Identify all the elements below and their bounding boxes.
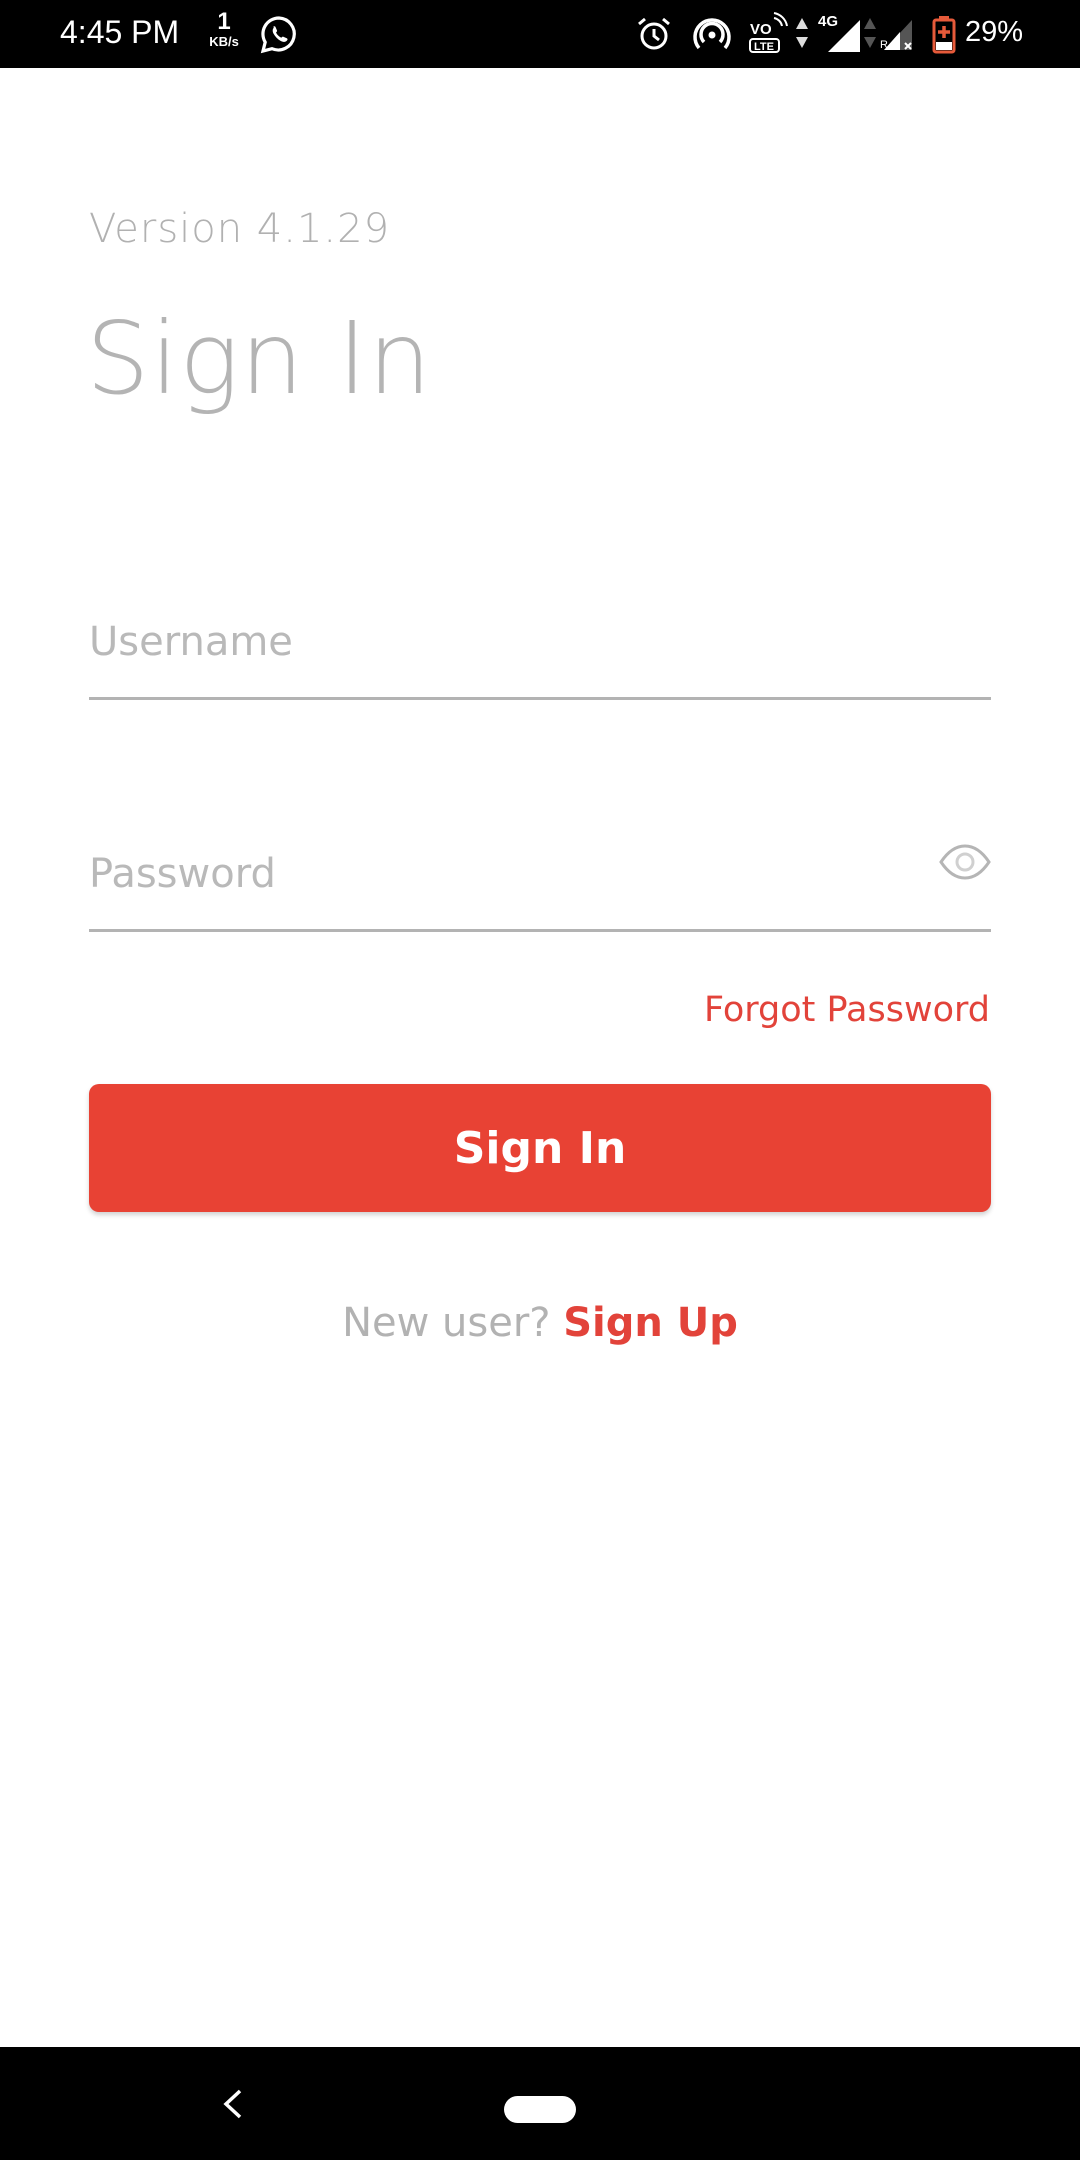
signup-row: New user? Sign Up <box>0 1300 1080 1346</box>
whatsapp-icon <box>260 16 296 54</box>
password-field[interactable] <box>89 832 991 932</box>
sign-up-link[interactable]: Sign Up <box>563 1300 738 1346</box>
signal-roaming-icon: R <box>880 20 912 51</box>
navigation-bar <box>0 2047 1080 2160</box>
battery-charging-icon <box>932 16 956 54</box>
status-time: 4:45 PM <box>60 14 180 50</box>
home-pill-icon[interactable] <box>504 2096 576 2123</box>
alarm-icon <box>638 17 670 50</box>
volte-bottom-label: LTE <box>754 41 774 53</box>
data-arrows-icon <box>796 18 808 48</box>
network-speed-value: 1 <box>217 8 231 35</box>
username-field[interactable] <box>89 600 991 700</box>
username-input[interactable] <box>89 619 909 665</box>
signup-prompt: New user? <box>342 1300 551 1346</box>
back-chevron-icon[interactable] <box>218 2087 248 2121</box>
sign-in-button[interactable]: Sign In <box>89 1084 991 1212</box>
app-version: Version 4.1.29 <box>89 206 391 252</box>
network-speed-unit: KB/s <box>209 34 239 49</box>
forgot-password-link[interactable]: Forgot Password <box>704 990 990 1030</box>
hotspot-icon <box>693 18 731 50</box>
battery-percent: 29% <box>965 16 1024 48</box>
signal-4g-icon: 4G <box>818 13 860 52</box>
data-arrows-dim-icon <box>864 18 876 48</box>
password-input[interactable] <box>89 851 909 897</box>
eye-icon[interactable] <box>939 842 991 882</box>
network-type-label: 4G <box>818 13 838 30</box>
status-bar: 4:45 PM 1 KB/s VO LTE 4G R 29% <box>0 0 1080 68</box>
volte-icon: VO LTE <box>749 12 788 53</box>
volte-top-label: VO <box>750 21 772 38</box>
page-title: Sign In <box>86 300 433 417</box>
network-speed: 1 KB/s <box>202 8 246 49</box>
